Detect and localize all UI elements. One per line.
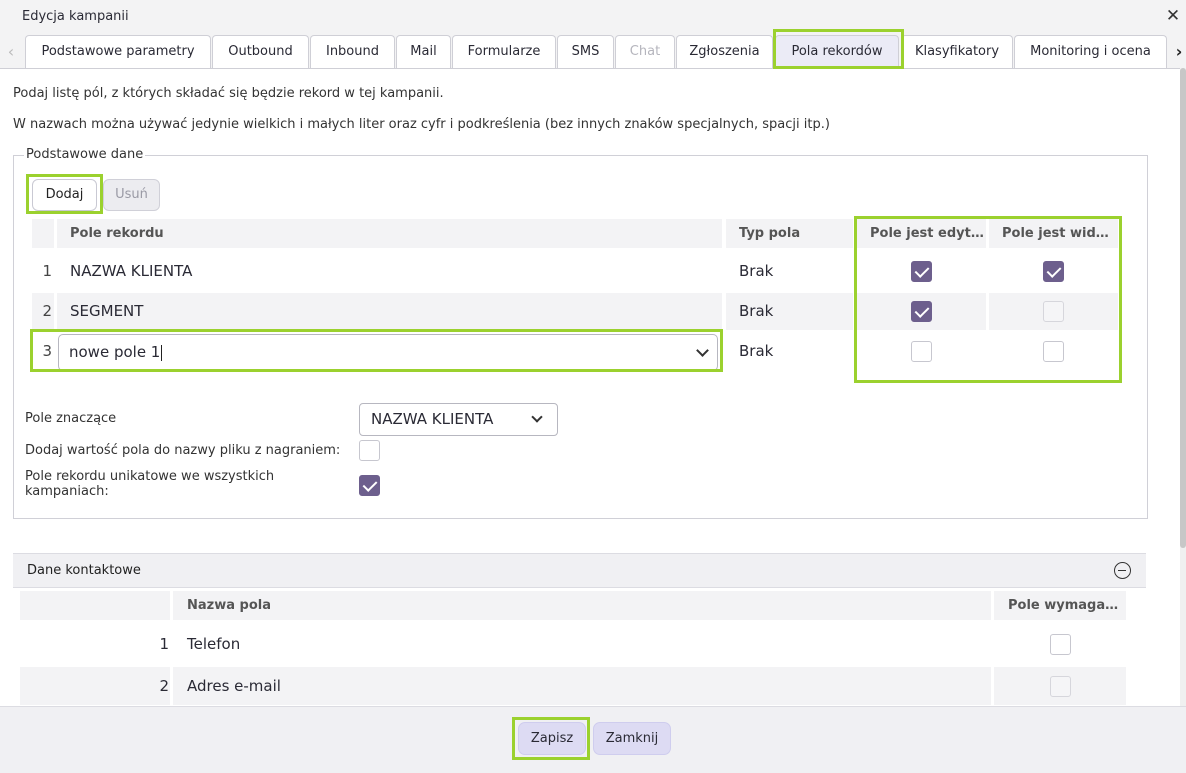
visible-checkbox-row-2 (1043, 301, 1064, 322)
record-field-name[interactable]: NAZWA KLIENTA (57, 253, 722, 290)
visible-checkbox-row-1[interactable] (1043, 261, 1064, 282)
tab-chat: Chat (615, 35, 675, 68)
filename-label: Dodaj wartość pola do nazwy pliku z nagr… (25, 443, 341, 458)
combobox-value: nowe pole 1 (69, 343, 161, 361)
editable-checkbox-row-3[interactable] (911, 341, 932, 362)
editable-checkbox-row-1[interactable] (911, 261, 932, 282)
table-header-visible[interactable]: Pole jest wid… (989, 219, 1118, 248)
basic-data-legend: Podstawowe dane (24, 147, 146, 162)
collapse-icon[interactable] (1114, 562, 1131, 579)
table-header-number (32, 219, 54, 248)
window-title: Edycja kampanii (22, 9, 129, 24)
table-header-type: Typ pola (726, 219, 853, 248)
significant-field-label: Pole znaczące (25, 411, 117, 426)
title-bar: Edycja kampanii ✕ (0, 0, 1186, 33)
unique-checkbox[interactable] (359, 475, 380, 496)
visible-checkbox-row-3[interactable] (1043, 341, 1064, 362)
contact-section-header[interactable]: Dane kontaktowe (13, 553, 1146, 588)
tab-scroll-right-icon[interactable]: › (1172, 38, 1186, 66)
close-button[interactable]: Zamknij (593, 722, 671, 755)
significant-field-select[interactable]: NAZWA KLIENTA (359, 403, 558, 436)
tab-scroll-left-icon[interactable]: ‹ (4, 38, 18, 66)
tab-mail[interactable]: Mail (396, 35, 451, 68)
editable-checkbox-row-2[interactable] (911, 301, 932, 322)
chevron-down-icon[interactable] (696, 344, 709, 357)
unique-label-line-1: Pole rekordu unikatowe we wszystkich (25, 469, 275, 484)
tab-zgloszenia[interactable]: Zgłoszenia (676, 35, 773, 68)
contact-section-title: Dane kontaktowe (27, 563, 141, 578)
tab-formularze[interactable]: Formularze (452, 35, 556, 68)
close-icon[interactable]: ✕ (1164, 7, 1182, 25)
text-cursor (161, 344, 163, 361)
tab-monitoring-i-ocena[interactable]: Monitoring i ocena (1014, 35, 1167, 68)
record-field-name[interactable]: SEGMENT (57, 293, 722, 330)
tab-outbound[interactable]: Outbound (212, 35, 309, 68)
record-field-type: Brak (739, 342, 774, 360)
record-field-type: Brak (726, 293, 853, 330)
required-checkbox-row-2 (1050, 676, 1071, 697)
record-field-type: Brak (739, 262, 774, 280)
significant-field-value: NAZWA KLIENTA (371, 410, 494, 428)
contact-header-name: Nazwa pola (173, 591, 991, 620)
tab-inbound[interactable]: Inbound (310, 35, 395, 68)
save-button[interactable]: Zapisz (518, 722, 586, 755)
filename-checkbox[interactable] (359, 440, 380, 461)
required-checkbox-row-1[interactable] (1050, 634, 1071, 655)
tab-podstawowe-parametry[interactable]: Podstawowe parametry (25, 35, 211, 68)
table-header-editable[interactable]: Pole jest edyt… (857, 219, 986, 248)
tab-pola-rekordow[interactable]: Pola rekordów (775, 35, 899, 68)
info-line-2: W nazwach można używać jedynie wielkich … (13, 117, 830, 132)
unique-label-line-2: kampaniach: (25, 484, 109, 499)
chevron-down-icon (531, 411, 543, 423)
contact-field-name: Telefon (187, 635, 241, 653)
tab-klasyfikatory[interactable]: Klasyfikatory (901, 35, 1013, 68)
scrollbar-thumb[interactable] (1180, 68, 1186, 548)
tab-bar: ‹ Podstawowe parametry Outbound Inbound … (0, 34, 1186, 68)
add-button[interactable]: Dodaj (32, 179, 97, 211)
table-header-field: Pole rekordu (57, 219, 722, 248)
main-content: Podaj listę pól, z których składać się b… (0, 68, 1180, 706)
record-field-combobox[interactable]: nowe pole 1 (58, 334, 718, 371)
tab-sms[interactable]: SMS (557, 35, 614, 68)
contact-field-name: Adres e-mail (173, 667, 991, 705)
row-number: 2 (42, 302, 52, 320)
remove-button: Usuń (103, 179, 160, 211)
info-line-1: Podaj listę pól, z których składać się b… (13, 86, 444, 101)
contact-header-required[interactable]: Pole wymaga… (994, 591, 1126, 620)
row-number: 3 (42, 342, 52, 360)
row-number: 1 (42, 262, 52, 280)
contact-row-number: 1 (159, 635, 169, 653)
contact-row-number: 2 (20, 667, 170, 705)
contact-header-number (20, 591, 170, 620)
